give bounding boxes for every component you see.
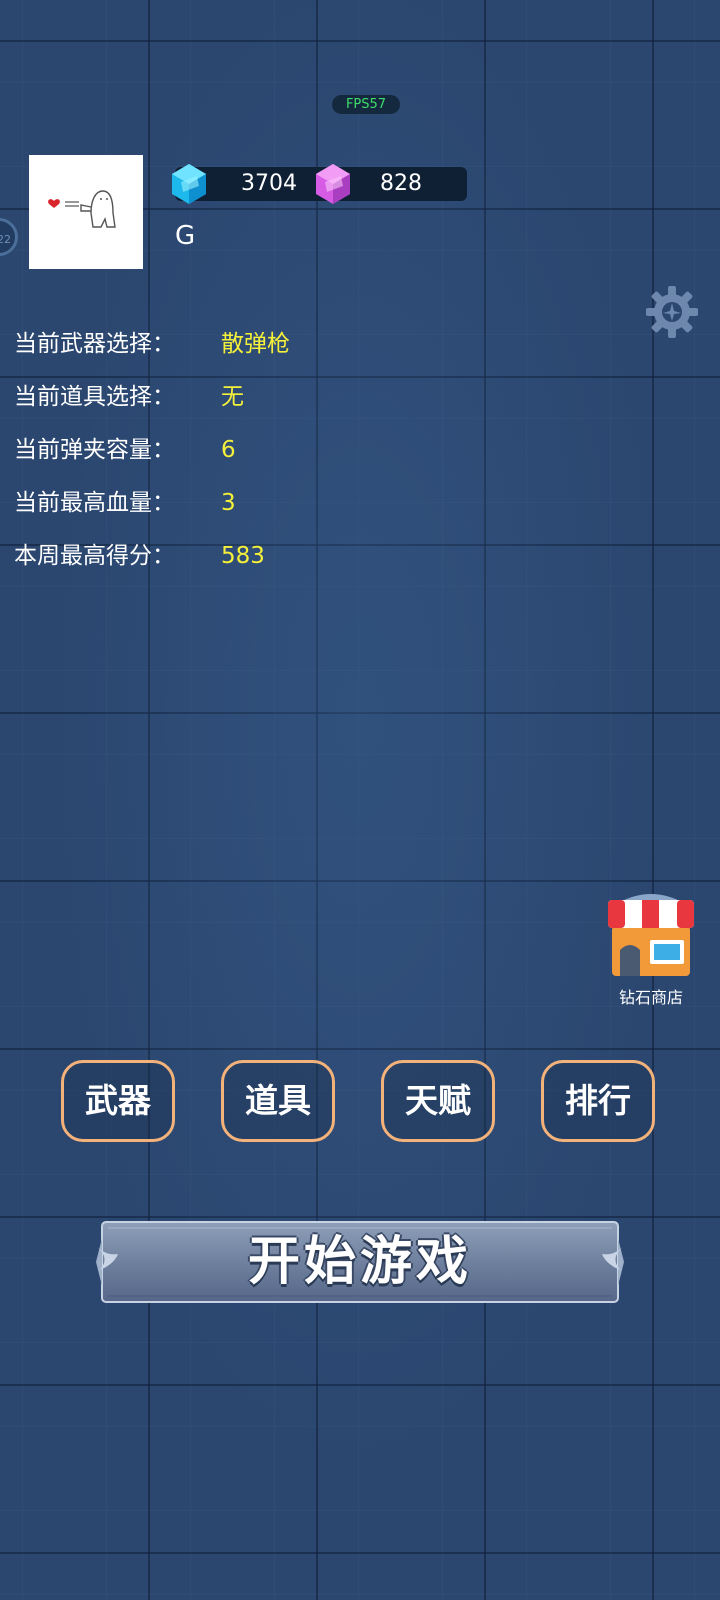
items-button[interactable]: 道具 (221, 1060, 335, 1142)
stat-max-hp: 当前最高血量： 3 (14, 487, 414, 540)
stat-item: 当前道具选择： 无 (14, 381, 414, 434)
stat-label: 本周最高得分： (14, 543, 175, 569)
stat-magazine: 当前弹夹容量： 6 (14, 434, 414, 487)
weapons-button[interactable]: 武器 (61, 1060, 175, 1142)
stat-weapon: 当前武器选择： 散弹枪 (14, 328, 414, 381)
stat-value: 无 (221, 384, 244, 410)
diamond-shop-button[interactable]: 钻石商店 (606, 888, 696, 1008)
stat-value: 散弹枪 (221, 331, 290, 357)
stat-label: 当前武器选择： (14, 331, 175, 357)
start-game-label: 开始游戏 (247, 1232, 472, 1292)
stat-label: 当前最高血量： (14, 490, 175, 516)
player-stats: 当前武器选择： 散弹枪 当前道具选择： 无 当前弹夹容量： 6 当前最高血量： … (14, 328, 414, 593)
shop-icon (608, 894, 694, 976)
side-level-bubble[interactable]: 22 (0, 218, 18, 256)
start-game-button[interactable]: 开始游戏 (96, 1218, 624, 1306)
shop-label: 钻石商店 (618, 988, 683, 1007)
avatar-drawing-icon (48, 190, 116, 228)
currency-bar: 3704 828 (172, 164, 467, 204)
talent-button[interactable]: 天赋 (381, 1060, 495, 1142)
username: G (175, 221, 196, 251)
settings-button[interactable] (644, 284, 700, 340)
stat-value: 6 (221, 437, 236, 463)
fps-counter: FPS57 (332, 95, 400, 114)
ranking-button[interactable]: 排行 (541, 1060, 655, 1142)
stat-label: 当前弹夹容量： (14, 437, 175, 463)
stat-label: 当前道具选择： (14, 384, 175, 410)
stat-value: 3 (221, 490, 236, 516)
purple-gem-icon (316, 164, 350, 204)
purple-gem-count: 828 (380, 171, 422, 196)
gear-icon (646, 286, 698, 338)
avatar[interactable] (29, 155, 143, 269)
blue-gem-icon (172, 164, 206, 204)
blue-gem-count: 3704 (241, 171, 297, 196)
stat-weekly-score: 本周最高得分： 583 (14, 540, 414, 593)
stat-value: 583 (221, 543, 265, 569)
